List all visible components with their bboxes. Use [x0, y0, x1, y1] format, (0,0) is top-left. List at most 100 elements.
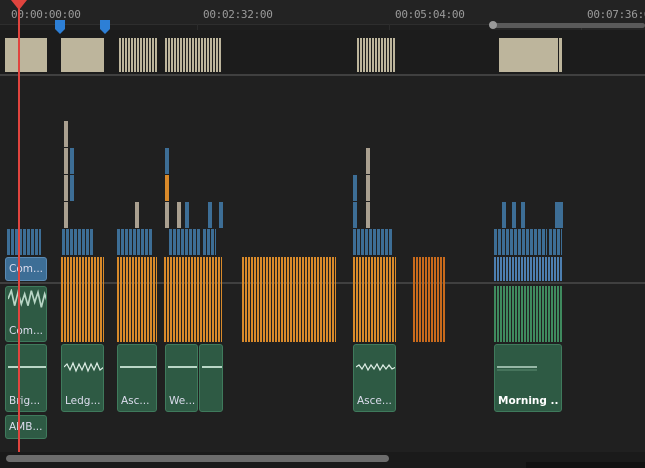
video-clip-orange[interactable]: [323, 257, 325, 342]
video-clip-thin[interactable]: [366, 148, 370, 174]
video-clip-orange[interactable]: [374, 257, 376, 342]
video-clip-orange[interactable]: [164, 257, 166, 342]
video-clip-orange[interactable]: [437, 257, 439, 342]
video-clip-orange[interactable]: [260, 257, 262, 342]
video-clip-orange[interactable]: [311, 257, 313, 342]
video-clip-blue[interactable]: [518, 229, 521, 255]
audio-clip[interactable]: Asc...: [117, 344, 157, 412]
video-clip-orange[interactable]: [221, 257, 222, 342]
video-clip-orange[interactable]: [272, 257, 274, 342]
video-clip-orange[interactable]: [117, 257, 119, 342]
video-clip-thin[interactable]: [165, 202, 169, 228]
audio-clip[interactable]: [199, 344, 223, 412]
video-clip-orange[interactable]: [79, 257, 81, 342]
video-clip-blue[interactable]: [524, 257, 526, 281]
video-clip-blue[interactable]: [11, 229, 14, 255]
audio-clip-green[interactable]: [500, 286, 502, 342]
video-clip-blue[interactable]: [357, 229, 360, 255]
video-clip-orange[interactable]: [419, 257, 421, 342]
video-clip-blue[interactable]: [211, 229, 214, 255]
video-clip-orange[interactable]: [380, 257, 382, 342]
video-clip-thin[interactable]: [64, 121, 68, 147]
video-clip-blue[interactable]: [90, 229, 93, 255]
video-clip-orange[interactable]: [144, 257, 146, 342]
audio-clip-green[interactable]: [557, 286, 559, 342]
audio-clip-green[interactable]: [524, 286, 526, 342]
video-clip-orange[interactable]: [395, 257, 396, 342]
video-clip-blue[interactable]: [514, 229, 517, 255]
audio-clip-green[interactable]: [539, 286, 541, 342]
video-clip-orange[interactable]: [431, 257, 433, 342]
video-clip-blue[interactable]: [542, 229, 545, 255]
video-clip-blue[interactable]: [381, 229, 384, 255]
video-clip-blue[interactable]: [169, 229, 172, 255]
video-clip-blue[interactable]: [515, 257, 517, 281]
audio-clip-green[interactable]: [554, 286, 556, 342]
video-clip-orange[interactable]: [173, 257, 175, 342]
video-clip-blue[interactable]: [518, 257, 520, 281]
video-clip-orange[interactable]: [61, 257, 63, 342]
video-clip-blue[interactable]: [526, 229, 529, 255]
video-clip-blue[interactable]: [185, 229, 188, 255]
video-clip-blue[interactable]: [31, 229, 34, 255]
video-clip-orange[interactable]: [150, 257, 152, 342]
video-clip-orange[interactable]: [443, 257, 445, 342]
video-clip-orange[interactable]: [368, 257, 370, 342]
video-clip-orange[interactable]: [314, 257, 316, 342]
video-clip-orange[interactable]: [153, 257, 155, 342]
video-clip-thin[interactable]: [70, 175, 74, 201]
video-clip-orange[interactable]: [218, 257, 220, 342]
video-clip-orange[interactable]: [126, 257, 128, 342]
video-clip-orange[interactable]: [275, 257, 277, 342]
video-clip-orange[interactable]: [123, 257, 125, 342]
video-clip-blue[interactable]: [74, 229, 77, 255]
video-clip-blue[interactable]: [522, 229, 525, 255]
video-clip-orange[interactable]: [329, 257, 331, 342]
audio-clip[interactable]: We...: [165, 344, 198, 412]
video-clip-orange[interactable]: [73, 257, 75, 342]
video-clip-orange[interactable]: [359, 257, 361, 342]
video-clip-orange[interactable]: [377, 257, 379, 342]
video-clip-blue[interactable]: [181, 229, 184, 255]
video-clip-thin[interactable]: [219, 202, 223, 228]
audio-clip-green[interactable]: [497, 286, 499, 342]
video-clip-blue[interactable]: [62, 229, 65, 255]
audio-clip-green[interactable]: [533, 286, 535, 342]
video-clip-thin[interactable]: [521, 202, 525, 228]
video-clip-orange[interactable]: [317, 257, 319, 342]
video-clip-blue[interactable]: [498, 229, 501, 255]
video-clip-orange[interactable]: [185, 257, 187, 342]
video-clip-blue[interactable]: [23, 229, 26, 255]
video-clip-thin[interactable]: [185, 202, 189, 228]
video-clip-thin[interactable]: [208, 202, 212, 228]
audio-clip-green[interactable]: [536, 286, 538, 342]
audio-clip[interactable]: Morning ...: [494, 344, 562, 412]
video-clip-blue[interactable]: [27, 229, 30, 255]
video-clip-blue[interactable]: [377, 229, 380, 255]
video-clip-orange[interactable]: [76, 257, 78, 342]
video-clip-orange[interactable]: [132, 257, 134, 342]
video-clip-orange[interactable]: [245, 257, 247, 342]
playhead-icon[interactable]: [11, 0, 27, 10]
video-clip-orange[interactable]: [278, 257, 280, 342]
video-clip-orange[interactable]: [182, 257, 184, 342]
video-clip-blue[interactable]: [203, 229, 206, 255]
video-clip-orange[interactable]: [91, 257, 93, 342]
video-clip-orange[interactable]: [85, 257, 87, 342]
audio-clip-green[interactable]: [515, 286, 517, 342]
video-clip-blue[interactable]: [549, 229, 552, 255]
video-clip-orange[interactable]: [434, 257, 436, 342]
video-clip-thin[interactable]: [353, 175, 357, 201]
video-clip-blue[interactable]: [512, 257, 514, 281]
video-clip-blue[interactable]: [503, 257, 505, 281]
video-clip-blue[interactable]: [137, 229, 140, 255]
video-clip-blue[interactable]: [35, 229, 38, 255]
audio-clip[interactable]: Asce...: [353, 344, 396, 412]
video-clip-blue[interactable]: [521, 257, 523, 281]
video-clip-blue[interactable]: [500, 257, 502, 281]
video-clip-blue[interactable]: [553, 229, 556, 255]
video-clip-orange[interactable]: [269, 257, 271, 342]
video-clip-orange[interactable]: [308, 257, 310, 342]
video-clip-blue[interactable]: [530, 257, 532, 281]
video-clip-blue[interactable]: [197, 229, 200, 255]
